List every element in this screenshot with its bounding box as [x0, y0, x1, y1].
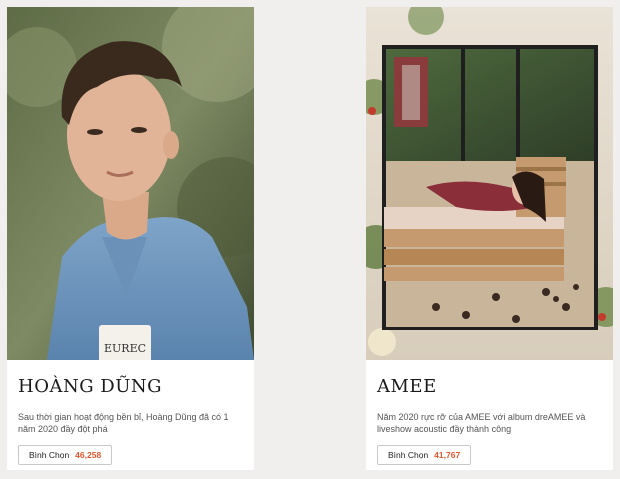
artist-name: HOÀNG DŨNG — [18, 376, 163, 397]
artist-photo: EUREC — [7, 7, 254, 360]
artist-info: HOÀNG DŨNG Sau thời gian hoạt động bền b… — [7, 376, 254, 465]
vote-count: 46,258 — [75, 450, 102, 460]
vote-label: Bình Chọn — [29, 450, 70, 460]
artist-name: AMEE — [377, 376, 437, 397]
artist-info: AMEE Năm 2020 rực rỡ của AMEE với album … — [366, 376, 613, 465]
artist-description: Sau thời gian hoạt động bền bỉ, Hoàng Dũ… — [18, 412, 229, 434]
vote-label: Bình Chọn — [388, 450, 429, 460]
vote-button[interactable]: Bình Chọn 41,767 — [377, 445, 472, 465]
artist-card-hoang-dung: EUREC HOÀNG DŨNG Sau thời gian hoạt động… — [7, 7, 254, 470]
artist-card-amee: AMEE Năm 2020 rực rỡ của AMEE với album … — [366, 7, 613, 470]
vote-count: 41,767 — [434, 450, 461, 460]
vote-button[interactable]: Bình Chọn 46,258 — [18, 445, 113, 465]
artist-photo — [366, 7, 613, 360]
page: EUREC HOÀNG DŨNG Sau thời gian hoạt động… — [0, 0, 620, 479]
artist-description: Năm 2020 rực rỡ của AMEE với album dreAM… — [377, 412, 586, 434]
photo-text: EUREC — [104, 342, 146, 355]
